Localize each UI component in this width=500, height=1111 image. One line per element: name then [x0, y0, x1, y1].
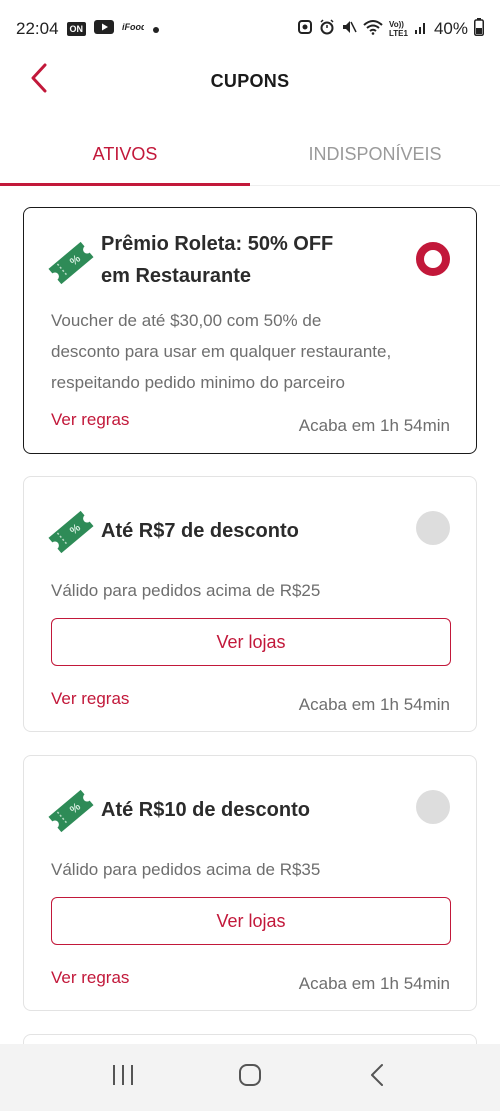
description-line: desconto para usar em qualquer restauran… — [51, 342, 392, 361]
ifood-icon: iFood — [122, 19, 147, 39]
coupon-expiry: Acaba em 1h 54min — [298, 695, 450, 714]
ver-regras-link[interactable]: Ver regras — [51, 968, 129, 988]
network-type: Vo)) LTE1 — [389, 19, 408, 38]
coupon-ticket-icon: % — [46, 238, 96, 288]
back-button[interactable] — [22, 62, 58, 98]
coupon-description: Válido para pedidos acima de R$35 — [51, 860, 321, 879]
description-line: Voucher de até $30,00 com 50% de — [51, 311, 322, 330]
more-notifications-dot-icon — [152, 19, 160, 39]
volte-label: Vo)) — [389, 19, 404, 29]
ver-lojas-button[interactable]: Ver lojas — [51, 897, 451, 945]
signal-icon — [414, 19, 428, 39]
coupon-expiry: Acaba em 1h 54min — [298, 974, 450, 993]
coupon-description: Válido para pedidos acima de R$25 — [51, 581, 321, 600]
description-line: respeitando pedido minimo do parceiro — [51, 373, 345, 392]
home-button[interactable] — [220, 1053, 280, 1103]
coupon-ticket-icon: % — [46, 786, 96, 836]
coupon-tabs: ATIVOS INDISPONÍVEIS — [0, 124, 500, 186]
coupon-description: Voucher de até $30,00 com 50% de descont… — [51, 305, 456, 398]
recents-icon — [111, 1064, 135, 1091]
status-left: 22:04 ON iFood — [16, 19, 160, 39]
lte-label: LTE1 — [389, 28, 408, 38]
youtube-icon — [94, 19, 115, 39]
ver-lojas-button[interactable]: Ver lojas — [51, 618, 451, 666]
system-nav-bar — [0, 1044, 500, 1111]
coupon-card[interactable]: % Até R$7 de desconto Válido para pedido… — [23, 476, 477, 732]
notification-app-icon: ON — [66, 22, 87, 36]
tab-indisponiveis[interactable]: INDISPONÍVEIS — [250, 124, 500, 185]
coupon-title-line: em Restaurante — [101, 265, 252, 287]
ver-regras-link[interactable]: Ver regras — [51, 410, 129, 430]
status-right: Vo)) LTE1 40% — [297, 17, 484, 41]
coupon-title: Até R$10 de desconto — [101, 799, 310, 821]
home-icon — [238, 1063, 262, 1092]
chevron-left-icon — [29, 63, 51, 98]
recents-button[interactable] — [93, 1053, 153, 1103]
ver-regras-link[interactable]: Ver regras — [51, 689, 129, 709]
svg-text:iFood: iFood — [122, 22, 144, 32]
page-title: CUPONS — [210, 70, 290, 91]
battery-percent: 40% — [433, 19, 468, 38]
wifi-icon — [363, 19, 383, 40]
status-time: 22:04 — [16, 19, 59, 38]
status-bar: 22:04 ON iFood Vo)) LTE1 40% — [0, 0, 500, 58]
nav-back-button[interactable] — [347, 1053, 407, 1103]
battery-icon — [474, 17, 484, 41]
coupon-select-radio[interactable] — [416, 242, 450, 276]
coupon-ticket-icon: % — [46, 507, 96, 557]
lock-app-icon — [297, 19, 313, 40]
coupon-title: Até R$7 de desconto — [101, 520, 299, 542]
coupon-card[interactable] — [23, 1034, 477, 1044]
coupon-expiry: Acaba em 1h 54min — [298, 416, 450, 435]
coupon-select-radio[interactable] — [416, 790, 450, 824]
coupon-list[interactable]: % Prêmio Roleta: 50% OFF em Restaurante … — [0, 186, 500, 1044]
coupon-card[interactable]: % Até R$10 de desconto Válido para pedid… — [23, 755, 477, 1011]
coupon-title-line: Prêmio Roleta: 50% OFF — [101, 233, 334, 255]
app-header: CUPONS — [0, 58, 500, 104]
coupon-title: Prêmio Roleta: 50% OFF em Restaurante — [101, 228, 333, 292]
back-icon — [369, 1063, 385, 1092]
coupon-select-radio[interactable] — [416, 511, 450, 545]
coupon-card[interactable]: % Prêmio Roleta: 50% OFF em Restaurante … — [23, 207, 477, 454]
alarm-icon — [319, 18, 335, 40]
tab-ativos[interactable]: ATIVOS — [0, 124, 250, 186]
mute-icon — [341, 19, 357, 40]
